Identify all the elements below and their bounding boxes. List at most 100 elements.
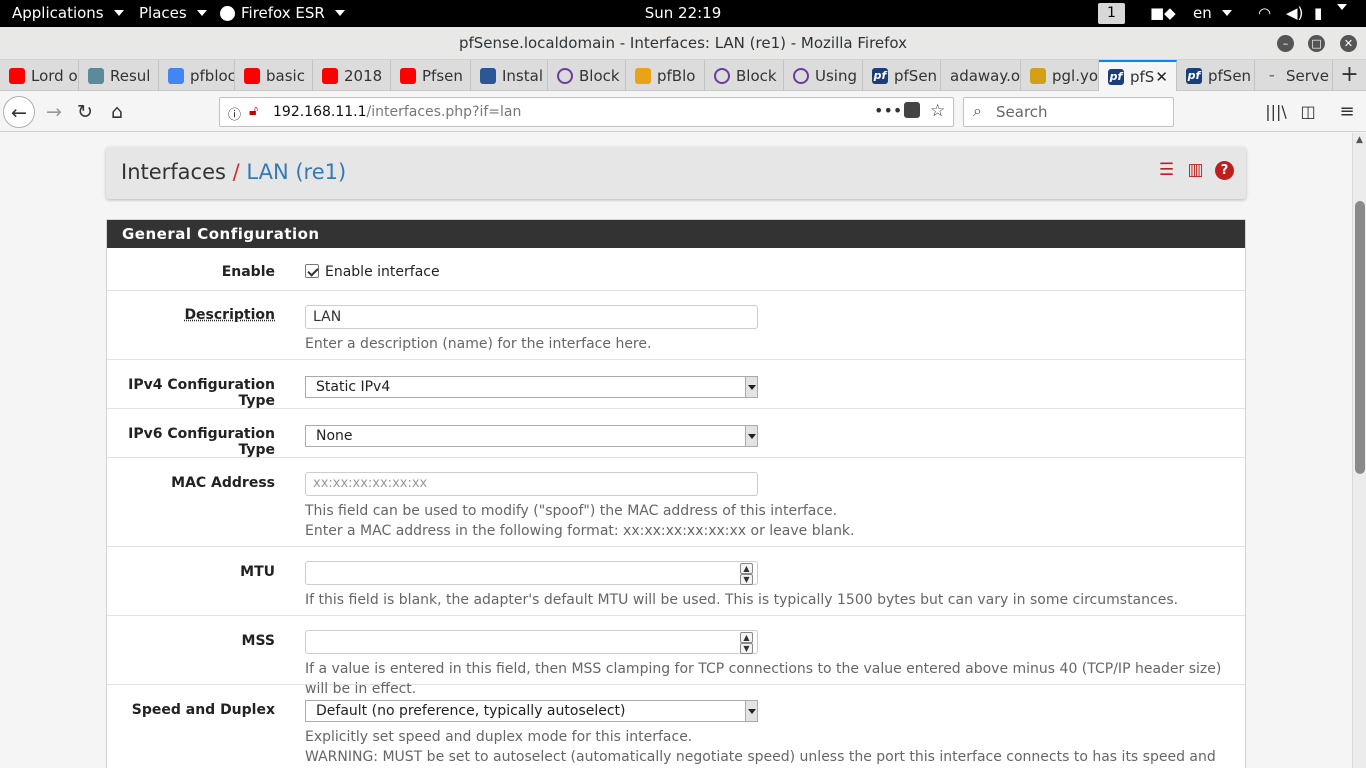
description-label[interactable]: Description (107, 307, 275, 323)
mtu-label: MTU (240, 564, 275, 580)
mac-row: MAC Address xx:xx:xx:xx:xx:xx This field… (107, 458, 1245, 547)
reload-button[interactable]: ↻ (69, 96, 101, 128)
tab-9[interactable]: pfBlo (626, 60, 705, 91)
wifi-icon[interactable]: ◠ (1258, 4, 1271, 22)
url-host: 192.168.11.1 (273, 104, 367, 120)
maximize-button[interactable]: □ (1308, 35, 1325, 52)
hamburger-menu-icon[interactable]: ≡ (1331, 96, 1363, 128)
tab-15[interactable]: pf pfS ✕ (1099, 60, 1177, 91)
tab-16[interactable]: pf pfSen (1177, 60, 1255, 91)
search-bar[interactable]: ⌕ Search (963, 97, 1174, 127)
tab-13[interactable]: adaway.o (941, 60, 1021, 91)
youtube-icon (400, 67, 416, 84)
tab-8[interactable]: Block (548, 60, 626, 91)
enable-interface-label[interactable]: Enable interface (325, 264, 440, 280)
url-text: 192.168.11.1/interfaces.php?if=lan (273, 104, 521, 120)
bookmark-star-icon[interactable]: ☆ (930, 101, 945, 121)
tab-10[interactable]: Block (705, 60, 784, 91)
video-icon[interactable]: ■◆ (1150, 4, 1176, 22)
site-icon (88, 67, 104, 84)
url-path: /interfaces.php?if=lan (366, 104, 522, 120)
minimize-button[interactable]: – (1277, 35, 1294, 52)
youtube-icon (9, 67, 25, 84)
pfsense-icon: pf (1108, 68, 1124, 85)
tab-12[interactable]: pf pfSen (863, 60, 941, 91)
tab-strip: + Lord o Resul pfbloc basic 2018 Pfsen Instal B… (0, 60, 1366, 91)
tab-1[interactable]: Lord o (0, 60, 79, 91)
close-tab-icon[interactable]: ✕ (1155, 68, 1168, 86)
volume-icon[interactable]: ◀) (1286, 4, 1303, 22)
mss-input[interactable]: ▲ ▼ (305, 630, 758, 654)
breadcrumb-actions: ☰ ▥ ? (1157, 161, 1234, 180)
site-icon (480, 67, 496, 84)
scrollbar-thumb[interactable] (1355, 201, 1365, 474)
system-menu[interactable] (1333, 4, 1347, 10)
dropdown-arrow-icon (745, 377, 757, 397)
page-actions-icon[interactable]: ••• (874, 101, 902, 120)
mac-help-1: This field can be used to modify ("spoof… (305, 503, 838, 519)
youtube-icon (322, 67, 338, 84)
mtu-input[interactable]: ▲ ▼ (305, 561, 758, 585)
spin-down-icon[interactable]: ▼ (740, 643, 753, 654)
mtu-spinner[interactable]: ▲ ▼ (740, 563, 753, 585)
ipv6-type-value: None (316, 428, 353, 444)
info-icon[interactable]: ⓘ (228, 104, 241, 123)
spin-up-icon[interactable]: ▲ (740, 563, 753, 574)
mss-label: MSS (241, 633, 275, 649)
language-menu[interactable]: en (1193, 4, 1232, 22)
circle-icon (714, 67, 730, 84)
enable-row: Enable Enable interface (107, 248, 1245, 291)
description-input[interactable]: LAN (305, 305, 758, 329)
tab-14[interactable]: pgl.yo (1021, 60, 1099, 91)
new-tab-button[interactable]: + (1333, 60, 1366, 91)
insecure-lock-icon[interactable]: 🔓︎ (249, 103, 258, 119)
navigation-bar: ← → ↻ ⌂ ⓘ 🔓︎ 192.168.11.1/interfaces.php… (0, 91, 1366, 132)
mac-address-input[interactable]: xx:xx:xx:xx:xx:xx (305, 472, 758, 496)
tab-6[interactable]: Pfsen (391, 60, 471, 91)
breadcrumb-root[interactable]: Interfaces (121, 160, 226, 184)
ipv4-type-select[interactable]: Static IPv4 (305, 376, 758, 398)
tab-2[interactable]: Resul (79, 60, 159, 91)
enable-label: Enable (221, 264, 275, 280)
speed-duplex-value: Default (no preference, typically autose… (316, 703, 626, 719)
spin-up-icon[interactable]: ▲ (740, 632, 753, 643)
scroll-up-icon[interactable]: ▲ (1356, 135, 1363, 145)
tab-label: Resul (110, 66, 151, 85)
library-icon[interactable]: |||\ (1260, 96, 1292, 128)
chevron-down-icon (1337, 4, 1347, 10)
ipv6-type-select[interactable]: None (305, 425, 758, 447)
help-icon[interactable]: ? (1215, 161, 1234, 180)
home-button[interactable]: ⌂ (101, 96, 133, 128)
tab-7[interactable]: Instal (471, 60, 548, 91)
checkbox-checked-icon[interactable] (305, 264, 319, 278)
google-icon (168, 67, 184, 84)
speed-duplex-select[interactable]: Default (no preference, typically autose… (305, 700, 758, 722)
tab-label: Pfsen (422, 66, 463, 85)
sliders-icon[interactable]: ☰ (1157, 161, 1176, 180)
pocket-icon[interactable] (904, 102, 920, 118)
back-button[interactable]: ← (3, 96, 35, 128)
tab-label: Instal (502, 66, 543, 85)
breadcrumb: Interfaces / LAN (re1) ☰ ▥ ? (106, 147, 1246, 199)
url-bar[interactable]: ⓘ 🔓︎ 192.168.11.1/interfaces.php?if=lan … (219, 97, 954, 127)
forward-button[interactable]: → (38, 96, 70, 128)
tab-4[interactable]: basic (235, 60, 313, 91)
tab-5[interactable]: 2018 (313, 60, 391, 91)
tab-17[interactable]: – Serve (1255, 60, 1333, 91)
bar-chart-icon[interactable]: ▥ (1186, 161, 1205, 180)
tab-11[interactable]: Using (784, 60, 863, 91)
mss-spinner[interactable]: ▲ ▼ (740, 632, 753, 654)
breadcrumb-current[interactable]: LAN (re1) (246, 160, 346, 184)
sidebar-icon[interactable]: ◫ (1292, 96, 1324, 128)
battery-icon[interactable]: ▮ (1314, 4, 1322, 22)
workspace-indicator[interactable]: 1 (1098, 3, 1125, 24)
spin-down-icon[interactable]: ▼ (740, 574, 753, 585)
page-scrollbar[interactable]: ▲ (1352, 133, 1366, 768)
tab-label: Block (736, 66, 777, 85)
circle-icon (793, 67, 809, 84)
tab-label: pfbloc (190, 66, 235, 85)
enable-interface-checkbox[interactable]: Enable interface (305, 264, 440, 280)
ipv4-row: IPv4 Configuration Type Static IPv4 (107, 360, 1245, 409)
tab-3[interactable]: pfbloc (159, 60, 235, 91)
close-window-button[interactable]: ✕ (1340, 35, 1357, 52)
